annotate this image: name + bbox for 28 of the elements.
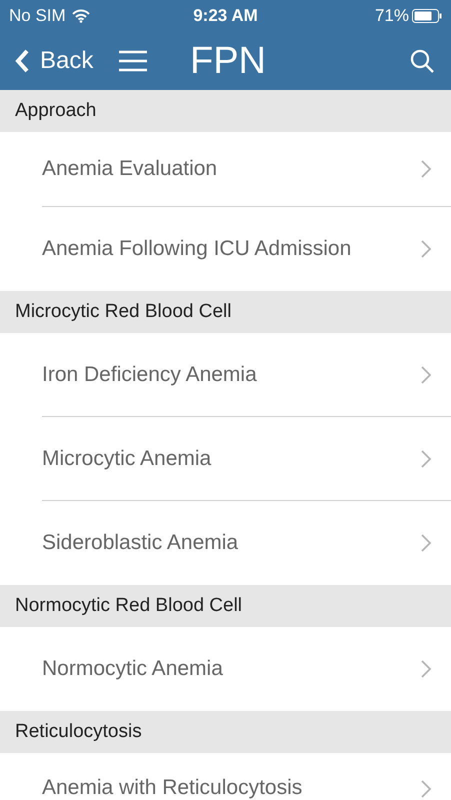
chevron-icon (421, 534, 431, 552)
clock-text: 9:23 AM (193, 5, 258, 28)
chevron-icon (421, 660, 431, 678)
chevron-icon (421, 450, 431, 468)
app-title: FPN (190, 38, 266, 84)
chevron-icon (421, 780, 431, 798)
list-item[interactable]: Normocytic Anemia (42, 627, 451, 711)
section-header: Normocytic Red Blood Cell (0, 585, 451, 627)
list-item[interactable]: Iron Deficiency Anemia (42, 333, 451, 417)
menu-icon[interactable] (119, 50, 148, 72)
wifi-icon (72, 9, 90, 23)
list-item[interactable]: Anemia Evaluation (42, 132, 451, 207)
section-header: Microcytic Red Blood Cell (0, 291, 451, 333)
list-item[interactable]: Anemia Following ICU Admission (42, 207, 451, 291)
list-item[interactable]: Sideroblastic Anemia (42, 501, 451, 585)
battery-icon (412, 9, 442, 23)
search-icon[interactable] (409, 48, 435, 74)
chevron-icon (421, 160, 431, 178)
back-button[interactable]: Back (14, 43, 94, 79)
section-header: Approach (0, 90, 451, 132)
list-item[interactable]: Anemia with Reticulocytosis (42, 753, 451, 798)
chevron-icon (421, 240, 431, 258)
chevron-icon (421, 366, 431, 384)
carrier-text: No SIM (9, 5, 66, 28)
section-header: Reticulocytosis (0, 711, 451, 753)
list-item[interactable]: Microcytic Anemia (42, 417, 451, 501)
battery-text: 71% (374, 5, 409, 28)
back-chevron-icon (14, 48, 30, 74)
